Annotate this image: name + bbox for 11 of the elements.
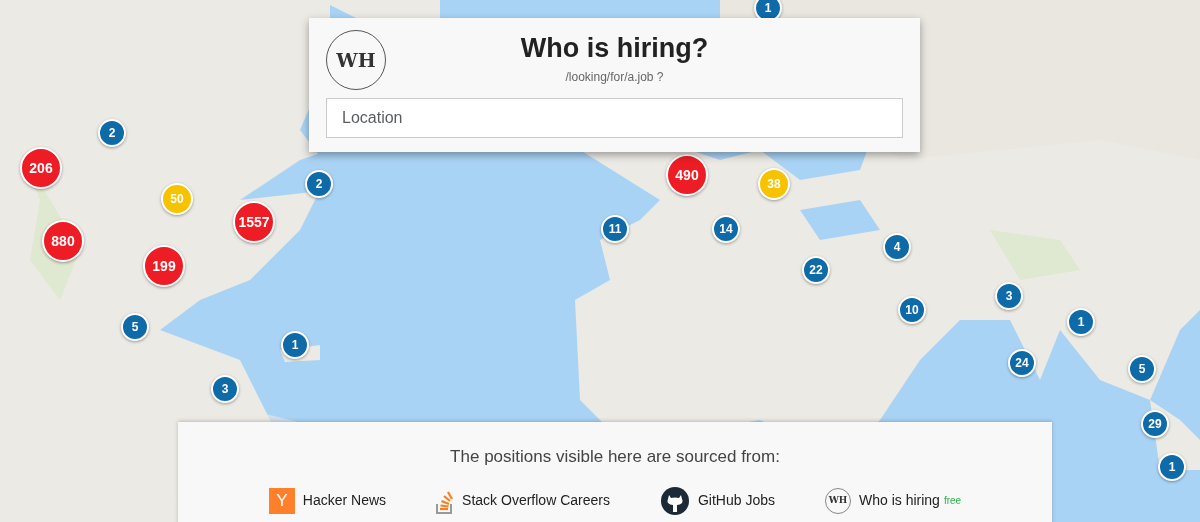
sources-heading: The positions visible here are sourced from: — [450, 447, 780, 466]
subtitle: /looking/for/a.job ? — [565, 69, 664, 87]
free-label: free — [943, 494, 962, 508]
source-name: GitHub Jobs — [697, 491, 775, 510]
source-name: Stack Overflow Careers — [462, 491, 610, 510]
location-field[interactable]: Location — [326, 98, 903, 138]
source-name: Hacker News — [302, 491, 387, 510]
app-title: Who is hiring? — [520, 32, 709, 65]
cat-icon — [659, 485, 690, 516]
hacker-news-logo: Y — [268, 487, 295, 514]
source-name: Who is hiring — [859, 491, 940, 510]
